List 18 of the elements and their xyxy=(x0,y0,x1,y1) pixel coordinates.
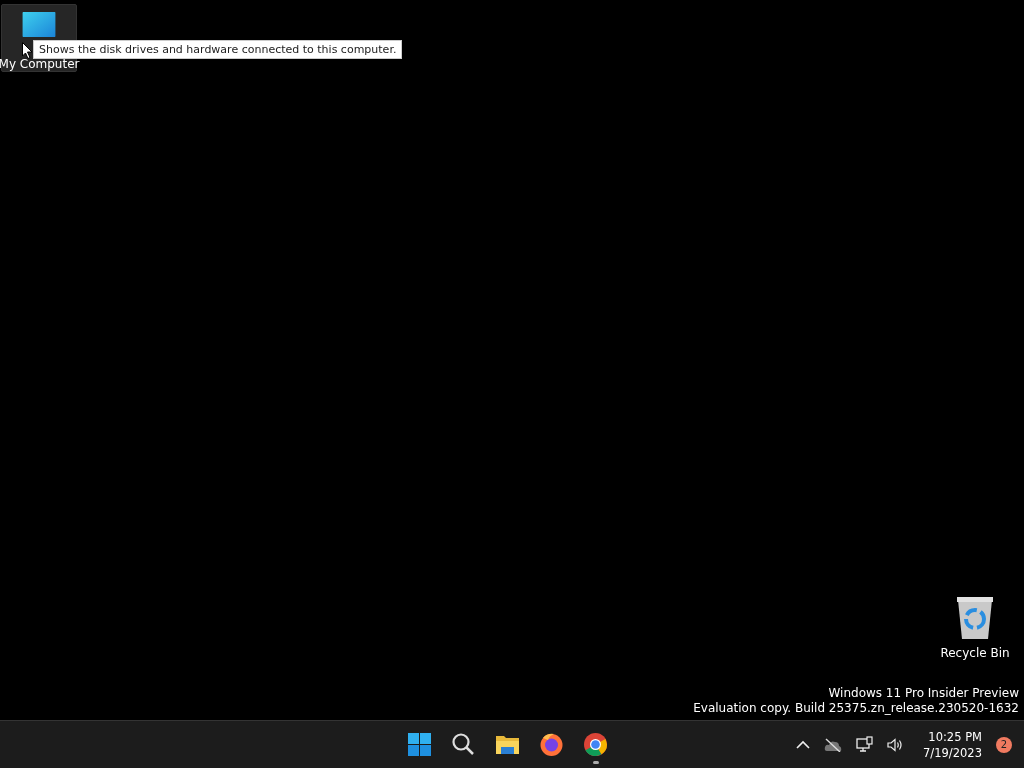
tooltip: Shows the disk drives and hardware connected to this computer. xyxy=(33,40,403,59)
clock[interactable]: 10:25 PM 7/19/2023 xyxy=(923,728,982,761)
desktop-icon[interactable]: Recycle Bin xyxy=(937,597,1013,665)
icon-label: My Computer xyxy=(0,57,80,71)
recycle-bin-icon xyxy=(957,597,993,639)
watermark-text: Windows 11 Pro Insider Preview xyxy=(827,686,1019,701)
cloud-off-icon[interactable] xyxy=(824,737,843,752)
chrome-icon xyxy=(583,732,608,757)
firefox-icon xyxy=(539,732,564,757)
windows-logo-icon xyxy=(407,732,432,757)
notification-badge[interactable]: 2 xyxy=(996,736,1012,753)
watermark-text: Evaluation copy. Build 25375.zn_release.230520-1632 xyxy=(693,701,1019,716)
mouse-cursor-icon xyxy=(22,42,33,59)
icon-label: Recycle Bin xyxy=(940,646,1010,660)
search-icon xyxy=(451,732,476,757)
chevron-up-icon[interactable] xyxy=(796,739,811,750)
network-wired-icon[interactable] xyxy=(856,736,874,753)
volume-icon[interactable] xyxy=(887,737,904,752)
